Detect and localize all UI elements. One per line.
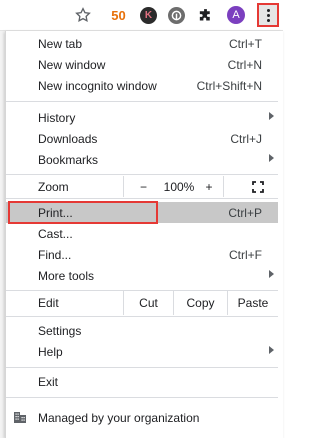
menu-item-label: Find... (38, 247, 72, 262)
menu-item-history[interactable]: History (6, 107, 278, 128)
chrome-main-menu: New tab Ctrl+T New window Ctrl+N New inc… (5, 31, 283, 438)
cut-button[interactable]: Cut (123, 291, 173, 315)
zoom-level-value: 100% (163, 179, 195, 194)
menu-item-bookmarks[interactable]: Bookmarks (6, 149, 278, 170)
print-annotation-box (8, 201, 158, 224)
extensions-puzzle-icon[interactable] (197, 7, 214, 24)
fullscreen-button[interactable] (223, 176, 278, 197)
menu-separator (6, 316, 278, 317)
menu-item-label: Exit (38, 374, 59, 389)
menu-dot-icon (266, 18, 270, 22)
submenu-arrow-icon (269, 112, 274, 120)
menu-item-downloads[interactable]: Downloads Ctrl+J (6, 128, 278, 149)
fullscreen-icon (252, 181, 264, 193)
menu-item-label: Bookmarks (38, 152, 99, 167)
paste-label: Paste (237, 296, 269, 310)
menu-separator (6, 367, 278, 368)
menu-dot-icon (266, 13, 270, 17)
menu-item-shortcut: Ctrl+N (227, 57, 262, 72)
menu-item-label: Downloads (38, 131, 98, 146)
menu-dot-icon (266, 8, 270, 12)
copy-label: Copy (186, 296, 215, 310)
menu-item-managed-by-organization[interactable]: Managed by your organization (6, 407, 278, 428)
menu-separator (6, 397, 278, 398)
menu-item-label: Cast... (38, 226, 73, 241)
menu-item-label: Managed by your organization (38, 410, 200, 425)
menu-item-more-tools[interactable]: More tools (6, 265, 278, 286)
copy-button[interactable]: Copy (173, 291, 227, 315)
menu-item-label: New tab (38, 36, 83, 51)
zoom-out-button[interactable]: − (123, 176, 163, 197)
menu-item-label: More tools (38, 268, 95, 283)
menu-separator (6, 101, 278, 102)
extension-k-icon[interactable]: K (140, 7, 157, 24)
pinterest-extension-icon[interactable] (168, 7, 185, 24)
menu-item-shortcut: Ctrl+P (228, 205, 262, 220)
menu-item-label: Help (38, 344, 63, 359)
menu-item-settings[interactable]: Settings (6, 320, 278, 341)
menu-item-exit[interactable]: Exit (6, 371, 278, 392)
menu-item-new-tab[interactable]: New tab Ctrl+T (6, 33, 278, 54)
zoom-level: 100% (163, 176, 195, 197)
menu-item-shortcut: Ctrl+F (229, 247, 262, 262)
bookmark-star-icon[interactable] (74, 6, 92, 24)
menu-item-new-incognito-window[interactable]: New incognito window Ctrl+Shift+N (6, 75, 278, 96)
menu-item-label: Settings (38, 323, 82, 338)
menu-item-shortcut: Ctrl+T (229, 36, 262, 51)
menu-item-label: New window (38, 57, 106, 72)
browser-toolbar: 50 K A (0, 0, 283, 31)
menu-separator (6, 198, 278, 199)
submenu-arrow-icon (269, 346, 274, 354)
chrome-menu-button[interactable] (257, 3, 279, 27)
menu-item-label: New incognito window (38, 78, 157, 93)
menu-item-find[interactable]: Find... Ctrl+F (6, 244, 278, 265)
paste-button[interactable]: Paste (227, 291, 278, 315)
menu-item-label: Zoom (38, 179, 69, 194)
submenu-arrow-icon (269, 270, 274, 278)
menu-item-edit: Edit (6, 292, 123, 313)
zoom-plus-label: + (205, 179, 213, 194)
profile-avatar[interactable]: A (227, 6, 245, 24)
menu-item-new-window[interactable]: New window Ctrl+N (6, 54, 278, 75)
extension-50-icon[interactable]: 50 (110, 7, 127, 24)
menu-item-shortcut: Ctrl+Shift+N (196, 78, 262, 93)
menu-item-help[interactable]: Help (6, 341, 278, 362)
menu-item-cast[interactable]: Cast... (6, 223, 278, 244)
menu-item-zoom: Zoom (6, 176, 123, 197)
zoom-minus-label: − (139, 179, 147, 194)
submenu-arrow-icon (269, 154, 274, 162)
cut-label: Cut (139, 296, 158, 310)
menu-item-shortcut: Ctrl+J (230, 131, 262, 146)
menu-separator (6, 174, 278, 175)
menu-item-label: Edit (38, 295, 59, 310)
zoom-in-button[interactable]: + (195, 176, 223, 197)
menu-item-label: History (38, 110, 76, 125)
